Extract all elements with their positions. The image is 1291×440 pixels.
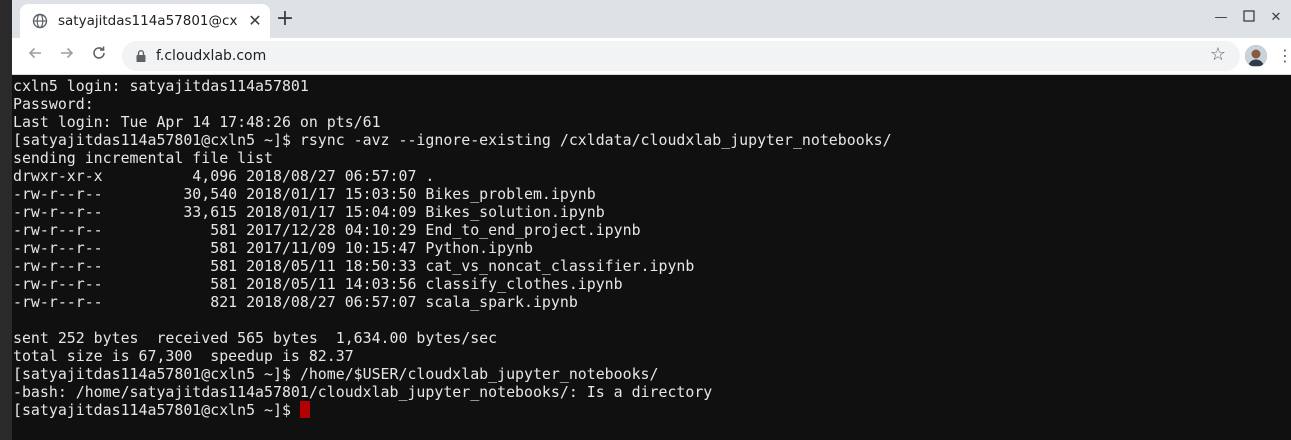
browser-window: satyajitdas114a57801@cxln5 ✕ + — ✕ f.clo…	[0, 0, 1291, 440]
terminal-line: sent 252 bytes received 565 bytes 1,634.…	[13, 329, 498, 347]
terminal-line: -rw-r--r-- 30,540 2018/01/17 15:03:50 Bi…	[13, 185, 596, 203]
browser-toolbar: f.cloudxlab.com ☆ ⋮	[12, 38, 1291, 75]
kebab-menu-icon[interactable]: ⋮	[1277, 45, 1291, 67]
arrow-left-icon[interactable]	[24, 45, 46, 67]
terminal-line: drwxr-xr-x 4,096 2018/08/27 06:57:07 .	[13, 167, 435, 185]
terminal-line: [satyajitdas114a57801@cxln5 ~]$ /home/$U…	[13, 365, 659, 383]
terminal-line: [satyajitdas114a57801@cxln5 ~]$ rsync -a…	[13, 131, 892, 149]
tab-title: satyajitdas114a57801@cxln5	[58, 13, 238, 29]
terminal-output[interactable]: cxln5 login: satyajitdas114a57801 Passwor…	[12, 75, 1291, 440]
terminal-prompt-line: [satyajitdas114a57801@cxln5 ~]$	[13, 401, 1291, 419]
tab-terminal[interactable]: satyajitdas114a57801@cxln5 ✕	[20, 4, 270, 38]
terminal-line: Password:	[13, 95, 94, 113]
terminal-line: -rw-r--r-- 581 2017/11/09 10:15:47 Pytho…	[13, 239, 533, 257]
plus-icon[interactable]: +	[274, 8, 296, 30]
terminal-prompt: [satyajitdas114a57801@cxln5 ~]$	[13, 401, 300, 419]
terminal-line: total size is 67,300 speedup is 82.37	[13, 347, 354, 365]
terminal-line: -rw-r--r-- 581 2017/12/28 04:10:29 End_t…	[13, 221, 641, 239]
terminal-line: -rw-r--r-- 821 2018/08/27 06:57:07 scala…	[13, 293, 578, 311]
minimize-icon[interactable]: —	[1213, 10, 1229, 26]
terminal-line: sending incremental file list	[13, 149, 273, 167]
window-close-icon[interactable]: ✕	[1268, 10, 1284, 26]
terminal-cursor[interactable]	[299, 401, 310, 418]
terminal-line: -bash: /home/satyajitdas114a57801/cloudx…	[13, 383, 713, 401]
avatar[interactable]	[1245, 45, 1267, 67]
terminal-line: cxln5 login: satyajitdas114a57801	[13, 77, 309, 95]
arrow-right-icon[interactable]	[56, 45, 78, 67]
terminal-line: -rw-r--r-- 581 2018/05/11 18:50:33 cat_v…	[13, 257, 695, 275]
terminal-line: -rw-r--r-- 33,615 2018/01/17 15:04:09 Bi…	[13, 203, 605, 221]
terminal-line: -rw-r--r-- 581 2018/05/11 14:03:56 class…	[13, 275, 623, 293]
desktop-dock-strip	[0, 0, 12, 440]
lock-icon	[136, 50, 146, 62]
close-icon[interactable]: ✕	[245, 11, 265, 31]
globe-icon	[32, 13, 48, 29]
tab-bar: satyajitdas114a57801@cxln5 ✕ + — ✕	[12, 0, 1291, 38]
url-text: f.cloudxlab.com	[156, 48, 267, 64]
reload-icon[interactable]	[88, 45, 110, 67]
maximize-icon[interactable]	[1241, 10, 1257, 26]
terminal-line: Last login: Tue Apr 14 17:48:26 on pts/6…	[13, 113, 381, 131]
star-icon[interactable]: ☆	[1208, 45, 1228, 65]
terminal-lines: cxln5 login: satyajitdas114a57801 Passwor…	[13, 77, 1291, 401]
address-bar[interactable]: f.cloudxlab.com ☆	[122, 41, 1240, 71]
